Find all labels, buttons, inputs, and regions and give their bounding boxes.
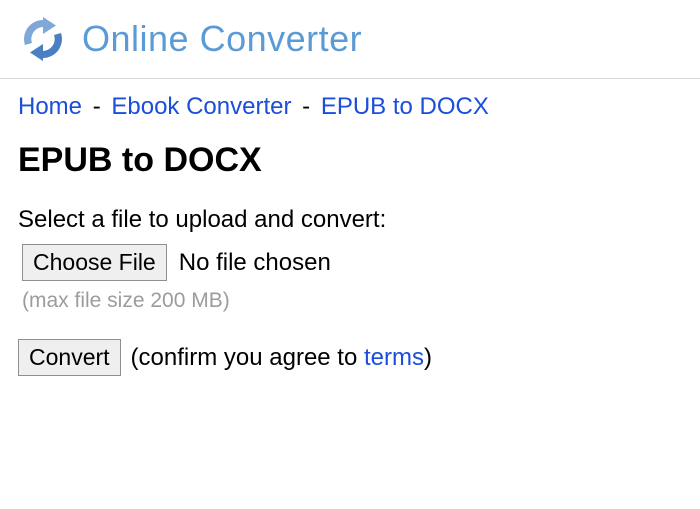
breadcrumb: Home - Ebook Converter - EPUB to DOCX: [18, 93, 682, 121]
agree-prefix: (confirm you agree to: [131, 344, 364, 371]
choose-file-button[interactable]: Choose File: [22, 244, 167, 281]
main-content: Home - Ebook Converter - EPUB to DOCX EP…: [0, 79, 700, 390]
breadcrumb-separator: -: [302, 93, 310, 120]
file-status-text: No file chosen: [179, 249, 331, 277]
convert-row: Convert (confirm you agree to terms): [18, 339, 682, 376]
file-size-hint: (max file size 200 MB): [22, 289, 682, 313]
breadcrumb-section-link[interactable]: Ebook Converter: [111, 93, 291, 120]
page-title: EPUB to DOCX: [18, 141, 682, 180]
terms-link[interactable]: terms: [364, 344, 424, 371]
refresh-icon: [18, 14, 68, 64]
file-input-row: Choose File No file chosen: [22, 244, 682, 281]
upload-prompt: Select a file to upload and convert:: [18, 206, 682, 234]
convert-button[interactable]: Convert: [18, 339, 121, 376]
breadcrumb-page-link[interactable]: EPUB to DOCX: [321, 93, 489, 120]
breadcrumb-separator: -: [93, 93, 101, 120]
site-header: Online Converter: [0, 0, 700, 79]
agree-suffix: ): [424, 344, 432, 371]
site-title: Online Converter: [82, 18, 362, 60]
breadcrumb-home-link[interactable]: Home: [18, 93, 82, 120]
agree-text: (confirm you agree to terms): [131, 344, 432, 372]
